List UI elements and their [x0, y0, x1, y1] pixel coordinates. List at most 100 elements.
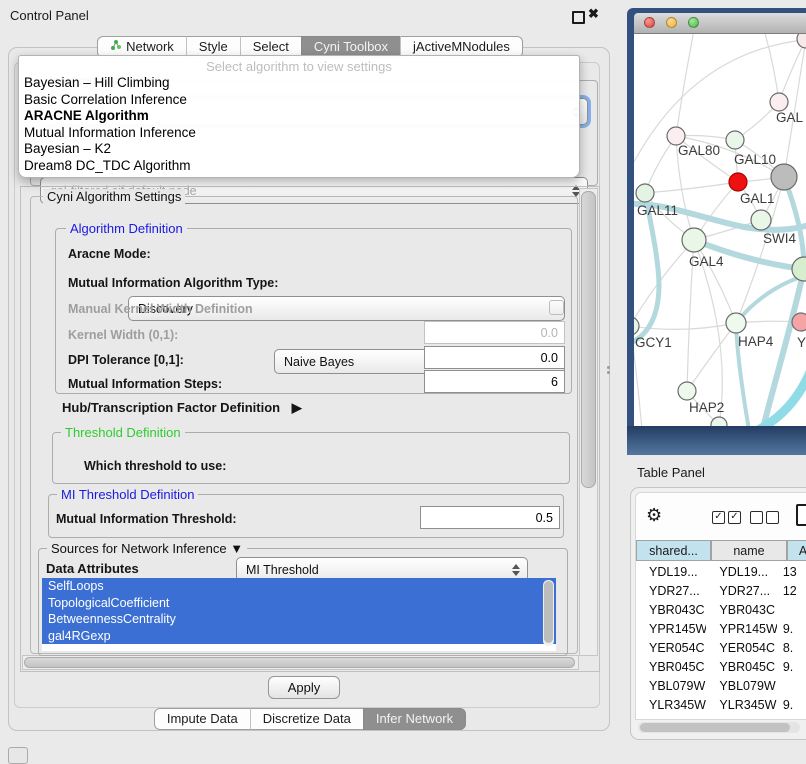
- network-node-gal1[interactable]: [729, 173, 747, 191]
- settings-horizontal-scrollbar[interactable]: [22, 655, 579, 670]
- data-attributes-list[interactable]: SelfLoopsTopologicalCoefficientBetweenne…: [42, 578, 556, 651]
- table-cell[interactable]: YDR27...: [636, 581, 706, 600]
- attribute-list-scrollbar-thumb[interactable]: [544, 581, 553, 643]
- table-horizontal-scrollbar[interactable]: [638, 722, 800, 733]
- tab-label: jActiveMNodules: [413, 37, 510, 57]
- table-cell[interactable]: YBL079W: [636, 676, 706, 695]
- table-cell[interactable]: 9.: [777, 619, 806, 638]
- minimized-window-icon[interactable]: [8, 747, 28, 764]
- algorithm-option-basic-correlation-inference[interactable]: Basic Correlation Inference: [19, 92, 579, 109]
- network-canvas[interactable]: GAL80GALGAL10GAL1GAL11SWI4GAL4GCY1HAP4YH…: [634, 34, 806, 426]
- bottom-tab-infer-network[interactable]: Infer Network: [363, 708, 466, 730]
- table-cell[interactable]: YDL19...: [706, 562, 776, 581]
- network-node-hap4[interactable]: [726, 313, 746, 333]
- network-node-swi4[interactable]: [751, 210, 771, 230]
- table-scrollbar-thumb[interactable]: [640, 723, 790, 732]
- table-cell[interactable]: 8.: [777, 638, 806, 657]
- close-button[interactable]: [644, 17, 655, 28]
- mi-threshold-field[interactable]: 0.5: [420, 506, 560, 529]
- minimize-button[interactable]: [666, 17, 677, 28]
- table-cell[interactable]: 9.: [777, 657, 806, 676]
- bottom-tab-discretize-data[interactable]: Discretize Data: [250, 708, 363, 730]
- network-node-hap2[interactable]: [678, 382, 696, 400]
- table-row[interactable]: YLR345WYLR345W9.: [636, 695, 806, 714]
- network-node-gal10[interactable]: [726, 131, 744, 149]
- network-node-gal4[interactable]: [682, 228, 706, 252]
- bottom-tab-impute-data[interactable]: Impute Data: [154, 708, 250, 730]
- algorithm-option-aracne-algorithm[interactable]: ARACNE Algorithm: [19, 108, 579, 125]
- network-node[interactable]: [711, 417, 727, 426]
- algorithm-option-bayesian-k2[interactable]: Bayesian – K2: [19, 141, 579, 158]
- table-cell[interactable]: [777, 600, 806, 619]
- table-cell[interactable]: YDR27...: [706, 581, 776, 600]
- table-row[interactable]: YDL19...YDL19...13: [636, 562, 806, 581]
- deselect-all-columns-icon[interactable]: [750, 511, 779, 524]
- table-cell[interactable]: 9: [777, 714, 806, 719]
- table-row[interactable]: YPR145WYPR145W9.: [636, 619, 806, 638]
- splitter-handle[interactable]: [607, 366, 610, 374]
- data-attributes-label: Data Attributes: [46, 561, 139, 576]
- table-cell[interactable]: YBR045C: [706, 657, 776, 676]
- network-node-gcy1[interactable]: [634, 317, 639, 335]
- table-row[interactable]: YER054CYER054C8.: [636, 638, 806, 657]
- table-cell[interactable]: YBR043C: [636, 600, 706, 619]
- network-node-gal11[interactable]: [636, 184, 654, 202]
- table-cell[interactable]: YIL052C: [706, 714, 776, 719]
- column-header-shared[interactable]: shared...: [636, 540, 711, 561]
- table-cell[interactable]: YER054C: [706, 638, 776, 657]
- expand-arrow-icon[interactable]: ▶: [292, 400, 302, 415]
- algorithm-option-dream8-dc-tdc-algorithm[interactable]: Dream8 DC_TDC Algorithm: [19, 158, 579, 175]
- network-node-gal[interactable]: [770, 93, 788, 111]
- collapse-arrow-icon[interactable]: ▼: [230, 541, 243, 556]
- apply-button[interactable]: Apply: [268, 676, 340, 699]
- table-row[interactable]: YBL079WYBL079W: [636, 676, 806, 695]
- zoom-button[interactable]: [688, 17, 699, 28]
- table-cell[interactable]: YDL19...: [636, 562, 706, 581]
- table-cell[interactable]: YIL052C: [636, 714, 706, 719]
- table-row[interactable]: YIL052CYIL052C9: [636, 714, 806, 719]
- table-cell[interactable]: YLR345W: [636, 695, 706, 714]
- mi-steps-field[interactable]: 6: [424, 370, 565, 393]
- network-window-titlebar[interactable]: [634, 13, 806, 34]
- network-graph[interactable]: GAL80GALGAL10GAL1GAL11SWI4GAL4GCY1HAP4YH…: [634, 34, 806, 426]
- document-icon[interactable]: [796, 504, 806, 526]
- attribute-item-topologicalcoefficient[interactable]: TopologicalCoefficient: [42, 595, 556, 612]
- select-all-columns-icon[interactable]: ✓✓: [712, 511, 741, 524]
- node-label-gal4: GAL4: [689, 254, 724, 269]
- column-header-name[interactable]: name: [711, 540, 787, 561]
- table-cell[interactable]: 13: [777, 562, 806, 581]
- horizontal-scrollbar-thumb[interactable]: [24, 657, 575, 668]
- table-cell[interactable]: [777, 676, 806, 695]
- table-cell[interactable]: YBR043C: [706, 600, 776, 619]
- hub-definition-toggle[interactable]: Hub/Transcription Factor Definition ▶: [62, 400, 302, 416]
- table-cell[interactable]: 9.: [777, 695, 806, 714]
- settings-vertical-scrollbar[interactable]: [579, 188, 598, 656]
- table-cell[interactable]: 12: [777, 581, 806, 600]
- threshold-definition-title: Threshold Definition: [61, 425, 185, 440]
- attribute-item-betweennesscentrality[interactable]: BetweennessCentrality: [42, 611, 556, 628]
- network-node[interactable]: [771, 164, 797, 190]
- table-row[interactable]: YBR045CYBR045C9.: [636, 657, 806, 676]
- table-row[interactable]: YDR27...YDR27...12: [636, 581, 806, 600]
- table-row[interactable]: YBR043CYBR043C: [636, 600, 806, 619]
- table-cell[interactable]: YPR145W: [706, 619, 776, 638]
- attribute-item-selfloops[interactable]: SelfLoops: [42, 578, 556, 595]
- attribute-item-gal4rgexp[interactable]: gal4RGexp: [42, 628, 556, 645]
- float-window-icon[interactable]: [572, 11, 585, 24]
- vertical-scrollbar-thumb[interactable]: [581, 191, 596, 488]
- table-cell[interactable]: YBL079W: [706, 676, 776, 695]
- table-cell[interactable]: YBR045C: [636, 657, 706, 676]
- dpi-tolerance-field[interactable]: 0.0: [424, 346, 565, 369]
- network-node[interactable]: [797, 34, 806, 48]
- table-cell[interactable]: YER054C: [636, 638, 706, 657]
- column-header-a[interactable]: A: [787, 540, 806, 561]
- attribute-list-scrollbar[interactable]: [543, 580, 554, 646]
- algorithm-option-bayesian-hill-climbing[interactable]: Bayesian – Hill Climbing: [19, 75, 579, 92]
- close-panel-icon[interactable]: ✖: [588, 6, 599, 22]
- algorithm-option-mutual-information-inference[interactable]: Mutual Information Inference: [19, 125, 579, 142]
- table-cell[interactable]: YLR345W: [706, 695, 776, 714]
- network-node-y[interactable]: [792, 313, 806, 331]
- table-cell[interactable]: YPR145W: [636, 619, 706, 638]
- gear-icon[interactable]: ⚙: [646, 505, 662, 526]
- sources-group-title[interactable]: Sources for Network Inference ▼: [47, 541, 247, 556]
